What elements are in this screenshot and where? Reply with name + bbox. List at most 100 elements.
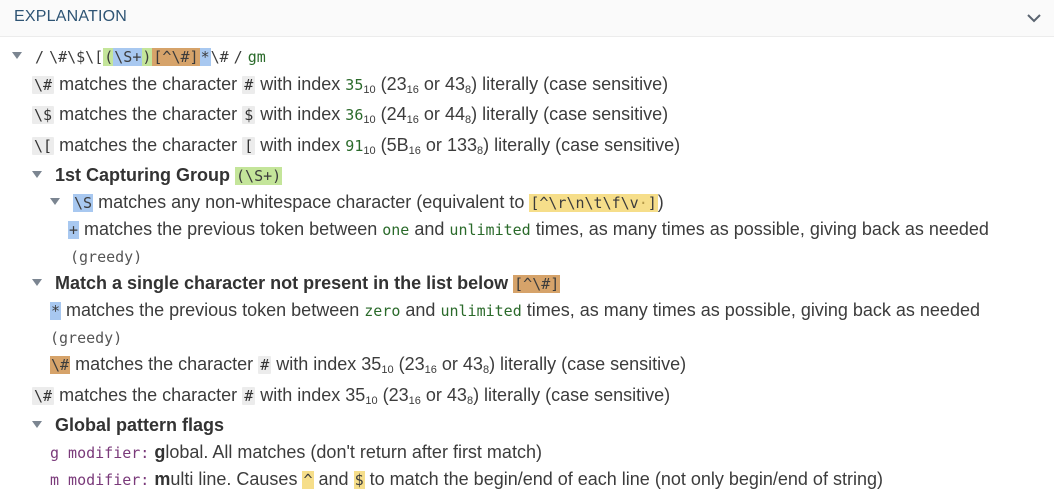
row-text: ): [657, 192, 664, 212]
hex-value: (5B: [380, 135, 409, 155]
dec-value: 35: [361, 354, 382, 374]
negated-class-row[interactable]: Match a single character not present in …: [32, 271, 561, 296]
row-text: ) literally (case sensitive): [473, 385, 671, 405]
char-chip: [: [242, 137, 256, 155]
row-text: and: [318, 469, 349, 489]
token-row-hash: \# matches the character # with index 35…: [32, 72, 668, 102]
token-chip: \#: [50, 356, 71, 374]
row-text: or: [425, 385, 442, 405]
group-token: (\S+): [235, 167, 283, 185]
row-text: with index: [276, 354, 357, 374]
token-chip: *: [50, 302, 62, 320]
regex-part1: \#\$\[: [49, 48, 104, 66]
modifier-letter: m: [154, 469, 171, 489]
chevron-down-icon[interactable]: [1024, 8, 1044, 28]
quant-min: zero: [364, 302, 401, 320]
row-text: matches the character: [59, 135, 238, 155]
regex-flags: gm: [247, 48, 266, 66]
row-text: matches the character: [59, 385, 238, 405]
regex-tail: \#: [210, 48, 229, 66]
non-whitespace-row[interactable]: \S matches any non-whitespace character …: [50, 190, 664, 215]
row-text: or: [423, 104, 440, 124]
row-text: and: [405, 300, 436, 320]
hex-value: (23: [382, 385, 409, 405]
row-text: matches any non-whitespace character (eq…: [98, 192, 525, 212]
oct-value: 43: [444, 74, 465, 94]
base-sub: 10: [365, 395, 378, 407]
hex-value: (23: [398, 354, 425, 374]
row-text: or: [425, 135, 442, 155]
oct-value: 43: [462, 354, 483, 374]
row-text: times, as many times as possible, giving…: [526, 300, 980, 320]
token-chip: \#: [32, 387, 55, 405]
row-text: with index: [260, 385, 341, 405]
base-sub: 10: [381, 364, 394, 376]
collapse-triangle-icon[interactable]: [32, 170, 42, 178]
base-sub: 16: [406, 84, 419, 96]
hex-value: (24: [380, 104, 407, 124]
row-text: matches the character: [75, 354, 254, 374]
oct-value: 43: [446, 385, 467, 405]
explanation-header[interactable]: EXPLANATION: [0, 0, 1054, 37]
row-text: times, as many times as possible, giving…: [535, 219, 989, 239]
row-text: matches the previous token between: [84, 219, 378, 239]
capturing-group-row[interactable]: 1st Capturing Group (\S+): [32, 163, 283, 188]
row-text: to match the begin/end of each line (not…: [369, 469, 883, 489]
token-row-hash-inclass: \# matches the character # with index 35…: [50, 352, 686, 382]
char-chip: $: [242, 106, 256, 124]
token-chip: +: [68, 221, 80, 239]
row-text: with index: [260, 74, 341, 94]
base-sub: 10: [363, 84, 376, 96]
row-text: lobal. All matches (don't return after f…: [165, 442, 542, 462]
regex-summary-row[interactable]: / \#\$\[(\S+) [^\#] *\# / gm: [12, 44, 266, 69]
greedy-note: (greedy): [70, 244, 142, 269]
star-quantifier-row: * matches the previous token between zer…: [50, 298, 980, 323]
plus-quantifier-row: + matches the previous token between one…: [68, 217, 989, 242]
row-text: ) literally (case sensitive): [489, 354, 687, 374]
token-chip: \#: [32, 76, 55, 94]
collapse-triangle-icon[interactable]: [32, 420, 42, 428]
class-token: [^\#]: [513, 275, 561, 293]
global-flags-row[interactable]: Global pattern flags: [32, 413, 224, 437]
row-text: ) literally (case sensitive): [471, 74, 669, 94]
quant-max: unlimited: [449, 221, 531, 239]
row-text: and: [414, 219, 445, 239]
oct-value: 44: [444, 104, 465, 124]
greedy-label: (greedy): [70, 248, 143, 266]
char-chip: #: [242, 76, 256, 94]
group-title: 1st Capturing Group: [55, 165, 231, 185]
base-sub: 10: [363, 114, 376, 126]
regex-group: (\S+): [103, 48, 153, 66]
dec-value: 36: [345, 106, 364, 124]
quant-min: one: [382, 221, 410, 239]
collapse-triangle-icon[interactable]: [50, 197, 60, 205]
collapse-triangle-icon[interactable]: [12, 51, 22, 59]
row-text: matches the previous token between: [66, 300, 360, 320]
dec-value: 91: [345, 137, 364, 155]
base-sub: 16: [424, 364, 437, 376]
m-modifier-row: m modifier: multi line. Causes ^ and $ t…: [50, 467, 883, 492]
dec-value: 35: [345, 385, 366, 405]
row-text: with index: [260, 104, 341, 124]
token-row-bracket: \[ matches the character [ with index 91…: [32, 133, 680, 163]
greedy-note: (greedy): [50, 325, 122, 350]
explanation-title: EXPLANATION: [14, 8, 128, 25]
char-chip: #: [258, 356, 272, 374]
flags-title: Global pattern flags: [55, 415, 225, 435]
row-text: ) literally (case sensitive): [483, 135, 681, 155]
class-title: Match a single character not present in …: [55, 273, 509, 293]
row-text: or: [441, 354, 458, 374]
base-sub: 10: [363, 145, 376, 157]
base-sub: 16: [408, 145, 421, 157]
token-row-dollar: \$ matches the character $ with index 36…: [32, 102, 668, 132]
token-chip: \$: [32, 106, 55, 124]
collapse-triangle-icon[interactable]: [32, 278, 42, 286]
row-text: with index: [260, 135, 341, 155]
greedy-label: (greedy): [50, 329, 123, 347]
anchor-chip: $: [353, 471, 365, 489]
regex-delimiter-close: /: [233, 48, 243, 66]
oct-value: 133: [446, 135, 477, 155]
row-text: matches the character: [59, 104, 238, 124]
regex-star: *: [199, 48, 211, 66]
modifier-letter: g: [154, 442, 166, 462]
